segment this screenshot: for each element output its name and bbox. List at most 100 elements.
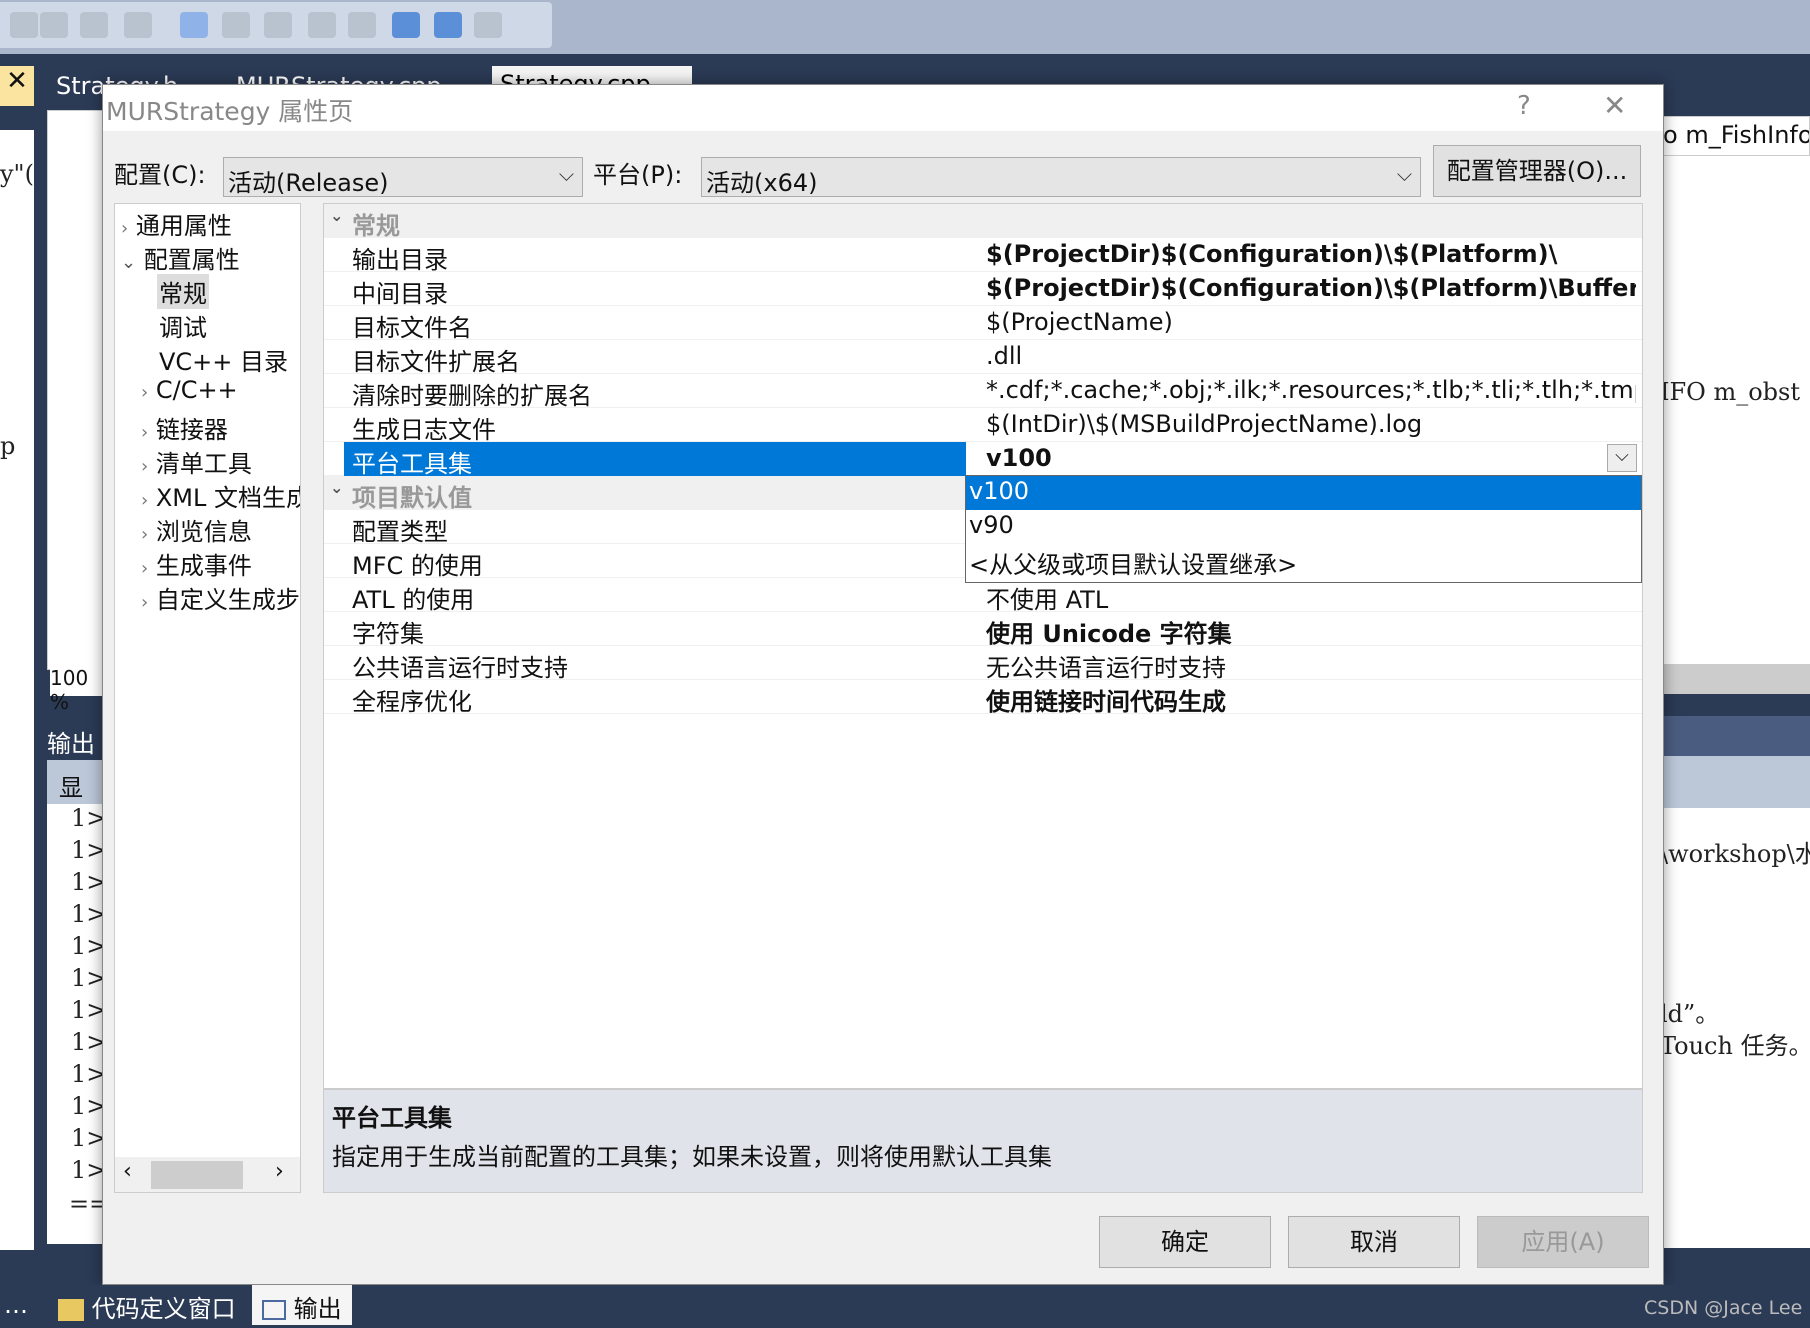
property-row[interactable]: 字符集 使用 Unicode 字符集 — [324, 612, 1642, 648]
help-button[interactable]: ? — [1517, 91, 1531, 121]
toolset-dropdown-list[interactable]: v100 v90 <从父级或项目默认设置继承> — [965, 475, 1642, 583]
property-name: 字符集 — [352, 620, 424, 648]
output-line: \workshop\水 — [1660, 840, 1810, 868]
property-name: 平台工具集 — [344, 442, 966, 478]
property-row[interactable]: 清除时要删除的扩展名 *.cdf;*.cache;*.obj;*.ilk;*.re… — [324, 374, 1642, 410]
property-row[interactable]: 公共语言运行时支持 无公共语言运行时支持 — [324, 646, 1642, 682]
output-show-label: 显示 — [47, 760, 107, 837]
platform-select[interactable]: 活动(x64) ⌵ — [701, 157, 1421, 197]
chevron-down-icon: ⌄ — [330, 206, 344, 225]
tree-item-xml[interactable]: › XML 文档生成器 — [141, 478, 300, 513]
tree-item-debugging[interactable]: 调试 — [159, 308, 207, 343]
tree-item-config[interactable]: ⌄ 配置属性 — [121, 240, 240, 275]
property-pages-dialog: MURStrategy 属性页 ? ✕ 配置(C): 活动(Release) ⌵ … — [102, 84, 1664, 1285]
scroll-right-icon[interactable]: › — [275, 1159, 284, 1184]
dialog-titlebar: MURStrategy 属性页 ? ✕ — [103, 85, 1663, 131]
more-icon[interactable]: … — [4, 1291, 28, 1319]
property-name: 公共语言运行时支持 — [352, 654, 568, 682]
category-label: 常规 — [352, 212, 400, 240]
zoom-level[interactable]: 100 % — [50, 660, 110, 714]
property-row[interactable]: 平台工具集 v100 ⌵ — [324, 442, 1642, 478]
code-fragment: IFO m_obst — [1660, 378, 1800, 406]
tree-item-manifest[interactable]: › 清单工具 — [141, 444, 252, 479]
output-toolbar — [1660, 756, 1810, 808]
platform-value: 活动(x64) — [706, 169, 818, 197]
property-name: 中间目录 — [352, 280, 448, 308]
property-name: MFC 的使用 — [352, 552, 483, 580]
option-v90[interactable]: v90 — [966, 510, 1641, 544]
ok-button[interactable]: 确定 — [1099, 1216, 1271, 1268]
toolbar-strip — [0, 2, 552, 48]
property-name: 输出目录 — [352, 246, 448, 274]
property-row[interactable]: ATL 的使用 不使用 ATL — [324, 578, 1642, 614]
description-text: 指定用于生成当前配置的工具集；如果未设置，则将使用默认工具集 — [332, 1143, 1052, 1171]
tree-item-build-events[interactable]: › 生成事件 — [141, 546, 252, 581]
scroll-thumb[interactable] — [151, 1161, 243, 1189]
output-line: Touch 任务。 — [1660, 1032, 1810, 1060]
tab-code-definition[interactable]: 代码定义窗口 — [58, 1289, 236, 1324]
property-row[interactable]: 目标文件名 $(ProjectName) — [324, 306, 1642, 342]
toolbar-button-icon[interactable] — [124, 12, 152, 38]
option-v100[interactable]: v100 — [966, 476, 1641, 510]
property-row[interactable]: 生成日志文件 $(IntDir)\$(MSBuildProjectName).lo… — [324, 408, 1642, 444]
code-editor[interactable]: IFO m_obst — [1660, 156, 1810, 664]
config-value: 活动(Release) — [228, 169, 389, 197]
tree-item-linker[interactable]: › 链接器 — [141, 410, 228, 445]
toolbar-button-icon[interactable] — [474, 12, 502, 38]
tab-output[interactable]: 输出 — [252, 1285, 352, 1325]
property-value: $(ProjectDir)$(Configuration)\$(Platform… — [986, 240, 1558, 268]
toolbar-button-icon[interactable] — [80, 12, 108, 38]
member-dropdown[interactable]: o m_FishInfo[ — [1660, 116, 1810, 156]
cancel-button[interactable]: 取消 — [1288, 1216, 1460, 1268]
property-value[interactable]: v100 — [986, 444, 1636, 472]
toolbar-button-icon[interactable] — [264, 12, 292, 38]
editor-pane — [47, 110, 107, 670]
bottom-tool-tabs: … 代码定义窗口 输出 CSDN @Jace Lee — [0, 1285, 1810, 1328]
tree-item-common[interactable]: › 通用属性 — [121, 206, 232, 241]
apply-button[interactable]: 应用(A) — [1477, 1216, 1649, 1268]
property-value: .dll — [986, 342, 1023, 370]
output-pane: 1> 1> 1> 1> 1> 1> 1> 1> 1> 1> 1> 1> == — [47, 804, 109, 1244]
tree-item-cpp[interactable]: › C/C++ — [141, 376, 238, 404]
dropdown-chevron-icon[interactable]: ⌵ — [1607, 444, 1637, 472]
toolbar — [0, 0, 1810, 54]
toolbar-button-icon[interactable] — [348, 12, 376, 38]
horizontal-scrollbar[interactable] — [1660, 664, 1810, 694]
property-grid[interactable]: ⌄ 常规输出目录 $(ProjectDir)$(Configuration)\$(P… — [323, 203, 1643, 1089]
tree-scrollbar[interactable]: ‹ › — [115, 1157, 300, 1192]
output-line: ld”。 — [1660, 1000, 1720, 1028]
tree-item-custom-build[interactable]: › 自定义生成步骤 — [141, 580, 300, 615]
option-inherit[interactable]: <从父级或项目默认设置继承> — [966, 544, 1641, 579]
platform-label: 平台(P): — [593, 161, 683, 189]
property-name: 配置类型 — [352, 518, 448, 546]
dialog-title: MURStrategy 属性页 — [106, 97, 354, 126]
tree-item-general[interactable]: 常规 — [157, 274, 209, 309]
tree-item-browse[interactable]: › 浏览信息 — [141, 512, 252, 547]
property-value: 使用链接时间代码生成 — [986, 688, 1226, 716]
toolbar-button-icon[interactable] — [10, 12, 38, 38]
config-manager-button[interactable]: 配置管理器(O)... — [1433, 145, 1641, 197]
property-row[interactable]: 目标文件扩展名 .dll — [324, 340, 1642, 376]
toolbar-button-icon[interactable] — [180, 12, 208, 38]
property-row[interactable]: 输出目录 $(ProjectDir)$(Configuration)\$(Plat… — [324, 238, 1642, 274]
property-row[interactable]: 中间目录 $(ProjectDir)$(Configuration)\$(Plat… — [324, 272, 1642, 308]
property-row[interactable]: 全程序优化 使用链接时间代码生成 — [324, 680, 1642, 716]
property-name: 清除时要删除的扩展名 — [352, 382, 592, 410]
chevron-down-icon: ⌵ — [558, 162, 574, 186]
watermark: CSDN @Jace Lee — [1644, 1297, 1803, 1319]
config-select[interactable]: 活动(Release) ⌵ — [223, 157, 583, 197]
toolbar-button-icon[interactable] — [434, 12, 462, 38]
toolbar-button-icon[interactable] — [392, 12, 420, 38]
description-panel: 平台工具集 指定用于生成当前配置的工具集；如果未设置，则将使用默认工具集 — [323, 1089, 1643, 1193]
toolbar-button-icon[interactable] — [308, 12, 336, 38]
close-button[interactable]: ✕ — [1603, 89, 1626, 122]
toolbar-button-icon[interactable] — [222, 12, 250, 38]
code-fragment: p — [0, 432, 16, 460]
property-category[interactable]: ⌄ 常规 — [324, 204, 1642, 240]
tree-item-vc-dirs[interactable]: VC++ 目录 — [159, 342, 288, 377]
left-editor-strip — [0, 130, 34, 1250]
property-tree[interactable]: › 通用属性 ⌄ 配置属性 常规 调试 VC++ 目录 › C/C++ › 链接… — [114, 203, 301, 1193]
scroll-left-icon[interactable]: ‹ — [123, 1159, 132, 1184]
close-tab-icon[interactable]: ✕ — [0, 66, 34, 106]
toolbar-button-icon[interactable] — [40, 12, 68, 38]
